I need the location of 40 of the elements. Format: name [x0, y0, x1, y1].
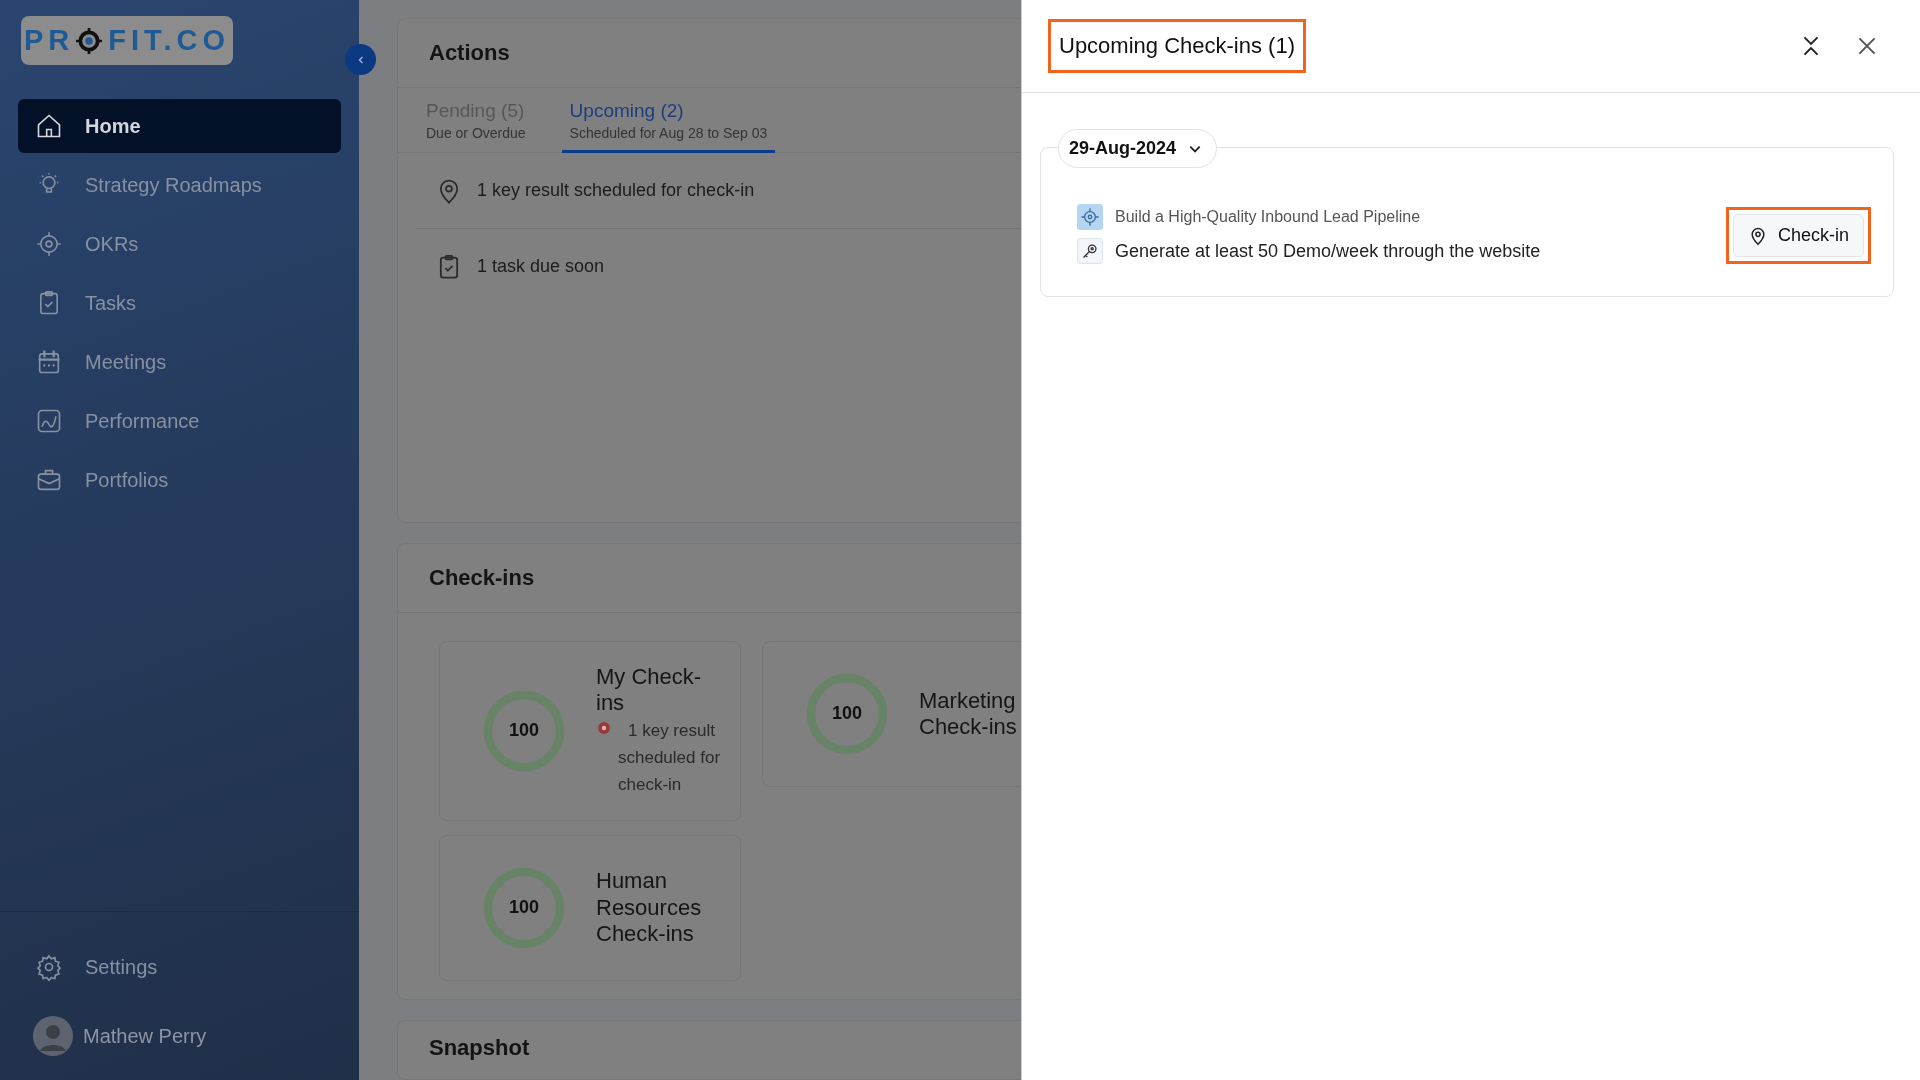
- checkin-title: Human Resources Check-ins: [596, 868, 703, 948]
- home-icon: [35, 112, 63, 140]
- score-value: 100: [507, 720, 540, 742]
- objective-text: Build a High-Quality Inbound Lead Pipeline: [1115, 208, 1421, 226]
- score-value: 100: [830, 703, 863, 725]
- sidebar-item[interactable]: OKRs: [18, 217, 341, 271]
- target-icon: [35, 230, 63, 258]
- checkin-card[interactable]: 100 Human Resources Check-ins: [439, 834, 741, 981]
- section-title: Check-ins: [429, 565, 535, 591]
- sidebar-item[interactable]: Performance: [18, 394, 341, 448]
- alert-dot-icon: [596, 719, 612, 736]
- sidebar-item[interactable]: Strategy Roadmaps: [18, 158, 341, 212]
- score-value: 100: [507, 897, 540, 919]
- tab[interactable]: Upcoming (2) Scheduled for Aug 28 to Sep 03: [561, 88, 776, 153]
- drawer-title: Upcoming Check-ins (1): [1048, 19, 1306, 73]
- chart-icon: [35, 407, 63, 435]
- sidebar-item[interactable]: Portfolios: [18, 453, 341, 507]
- checkin-card[interactable]: 100 My Check-ins 1 key result scheduled for check-in: [439, 641, 741, 821]
- settings-icon: [35, 953, 63, 981]
- checkin-note: 1 key result scheduled for check-in: [618, 719, 722, 796]
- sidebar-item[interactable]: Home: [18, 99, 341, 153]
- section-title: Actions: [429, 40, 510, 66]
- target-icon: [76, 27, 103, 54]
- action-text[interactable]: 1 task due soon: [477, 256, 605, 277]
- key-icon: [1077, 238, 1103, 264]
- sidebar-item[interactable]: Tasks: [18, 276, 341, 330]
- user-name[interactable]: Mathew Perry: [83, 1024, 207, 1048]
- settings-item[interactable]: Settings: [18, 940, 341, 994]
- checkin-title: My Check-ins: [596, 664, 703, 717]
- sidebar-item[interactable]: Meetings: [18, 335, 341, 389]
- checkin-title: Marketing Check-ins: [919, 687, 1018, 741]
- target-icon: [1077, 204, 1103, 230]
- collapse-sidebar-button[interactable]: [345, 44, 376, 75]
- check-in-button[interactable]: Check-in: [1732, 214, 1864, 257]
- logo-text: PR: [23, 24, 75, 57]
- section-title: Snapshot: [429, 1035, 531, 1062]
- action-text[interactable]: 1 key result scheduled for check-in: [477, 180, 755, 201]
- logo-text: FIT.CO: [108, 24, 231, 57]
- key-result-text[interactable]: Generate at least 50 Demo/week through the website: [1115, 240, 1541, 262]
- date-dropdown[interactable]: 29-Aug-2024: [1058, 129, 1218, 168]
